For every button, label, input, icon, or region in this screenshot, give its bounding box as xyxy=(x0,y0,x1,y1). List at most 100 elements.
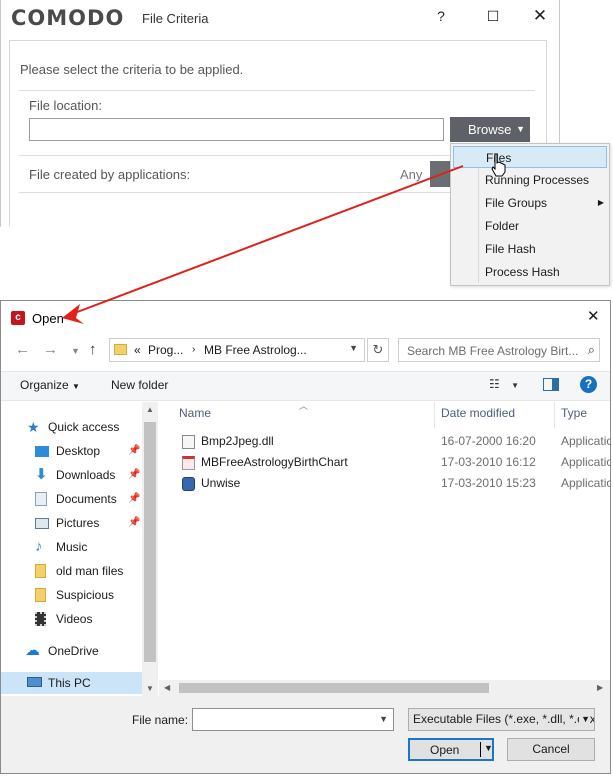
view-options-button[interactable]: ☷ ▼ xyxy=(489,377,519,391)
recent-chevron-icon[interactable]: ▼ xyxy=(71,346,80,356)
column-header-type[interactable]: Type xyxy=(561,406,587,420)
installer-icon xyxy=(182,477,195,491)
window-title: File Criteria xyxy=(142,11,209,26)
menu-item-label: File Groups xyxy=(485,196,548,210)
nav-item-this-pc[interactable]: This PC xyxy=(1,672,142,694)
breadcrumb-overflow[interactable]: « xyxy=(134,343,141,357)
pin-icon[interactable]: 📌 xyxy=(128,440,140,462)
chevron-down-icon: ▼ xyxy=(516,124,525,134)
videos-icon xyxy=(35,612,46,626)
back-arrow-icon[interactable]: ← xyxy=(15,341,30,358)
file-location-label: File location: xyxy=(29,98,102,113)
folder-icon xyxy=(35,564,46,578)
nav-item-suspicious[interactable]: Suspicious xyxy=(1,584,142,606)
nav-item-downloads[interactable]: ⬇ Downloads 📌 xyxy=(1,464,142,486)
chevron-down-icon[interactable]: ▼ xyxy=(349,343,358,353)
scrollbar-thumb[interactable] xyxy=(144,422,156,662)
help-icon[interactable]: ? xyxy=(429,6,453,26)
nav-item-label: Quick access xyxy=(48,420,120,434)
menu-item-process-hash[interactable]: Process Hash xyxy=(453,261,607,283)
nav-item-videos[interactable]: Videos xyxy=(1,608,142,630)
toolbar: Organize ▼ New folder ☷ ▼ ? xyxy=(1,371,610,401)
file-name-input[interactable]: ▼ xyxy=(192,708,394,731)
nav-item-music[interactable]: ♪ Music xyxy=(1,536,142,558)
menu-item-file-groups[interactable]: File Groups ▶ xyxy=(453,192,607,214)
column-divider[interactable] xyxy=(434,402,435,428)
browse-button[interactable]: Browse ▼ xyxy=(450,117,530,142)
chevron-down-icon[interactable]: ▼ xyxy=(379,714,388,724)
scroll-up-icon[interactable]: ▲ xyxy=(146,405,154,414)
scroll-down-icon[interactable]: ▼ xyxy=(146,684,154,693)
nav-item-documents[interactable]: Documents 📌 xyxy=(1,488,142,510)
nav-item-label: Downloads xyxy=(56,468,116,482)
cancel-button[interactable]: Cancel xyxy=(507,738,595,761)
close-icon[interactable]: ✕ xyxy=(528,6,552,26)
nav-item-label: Music xyxy=(56,540,88,554)
column-divider[interactable] xyxy=(554,402,555,428)
file-type: Application xyxy=(561,455,611,469)
menu-item-label: File Hash xyxy=(485,242,536,256)
file-row[interactable]: Bmp2Jpeg.dll 16-07-2000 16:20 Applicatio… xyxy=(179,431,611,452)
split-divider xyxy=(480,742,481,757)
menu-item-label: Folder xyxy=(485,219,520,233)
file-row[interactable]: Unwise 17-03-2010 15:23 Application xyxy=(179,473,611,494)
documents-icon xyxy=(35,492,47,506)
file-location-input[interactable] xyxy=(29,118,444,141)
organize-label: Organize xyxy=(20,378,69,392)
search-placeholder: Search MB Free Astrology Birt... xyxy=(407,344,579,358)
search-input[interactable]: Search MB Free Astrology Birt... ⌕ xyxy=(398,338,600,362)
menu-item-running-processes[interactable]: Running Processes xyxy=(453,169,607,191)
help-icon[interactable]: ? xyxy=(580,376,597,393)
file-type-select[interactable]: Executable Files (*.exe, *.dll, *.ocx) ▼ xyxy=(408,708,595,731)
scroll-left-icon[interactable]: ◀ xyxy=(164,683,170,692)
screenshot-stage: COMODO File Criteria ? ☐ ✕ Please select… xyxy=(0,0,613,776)
nav-item-label: old man files xyxy=(56,564,124,578)
file-name: MBFreeAstrologyBirthChart xyxy=(201,455,348,469)
file-row[interactable]: MBFreeAstrologyBirthChart 17-03-2010 16:… xyxy=(179,452,611,473)
horizontal-scrollbar[interactable]: ◀ ▶ xyxy=(159,680,610,696)
nav-item-label: Documents xyxy=(56,492,117,506)
breadcrumb-item[interactable]: MB Free Astrolog... xyxy=(204,343,307,357)
nav-item-desktop[interactable]: Desktop 📌 xyxy=(1,440,142,462)
menu-item-files[interactable]: Files xyxy=(453,146,607,168)
chevron-down-icon[interactable]: ▼ xyxy=(484,743,493,753)
nav-item-label: OneDrive xyxy=(48,644,99,658)
nav-scrollbar[interactable]: ▲ ▼ xyxy=(142,402,158,696)
scroll-right-icon[interactable]: ▶ xyxy=(597,683,603,692)
forward-arrow-icon[interactable]: → xyxy=(43,341,58,358)
address-bar[interactable]: « Prog... › MB Free Astrolog... ▼ xyxy=(109,338,365,362)
nav-item-onedrive[interactable]: ☁ OneDrive xyxy=(1,640,142,662)
column-header-date[interactable]: Date modified xyxy=(441,406,515,420)
pin-icon[interactable]: 📌 xyxy=(128,512,140,534)
open-button[interactable]: Open ▼ xyxy=(408,738,494,761)
star-icon: ★ xyxy=(27,419,40,435)
column-header-name[interactable]: Name xyxy=(179,406,211,420)
maximize-icon[interactable]: ☐ xyxy=(481,6,505,26)
nav-item-quick-access[interactable]: ★ Quick access xyxy=(1,416,142,438)
scrollbar-thumb[interactable] xyxy=(179,683,489,693)
up-arrow-icon[interactable]: ↑ xyxy=(89,341,97,358)
new-folder-button[interactable]: New folder xyxy=(111,378,168,392)
menu-item-label: Process Hash xyxy=(485,265,560,279)
pin-icon[interactable]: 📌 xyxy=(128,464,140,486)
organize-button[interactable]: Organize ▼ xyxy=(20,378,80,392)
nav-item-label: Desktop xyxy=(56,444,101,458)
preview-pane-icon[interactable] xyxy=(543,378,559,391)
nav-item-old-man-files[interactable]: old man files xyxy=(1,560,142,582)
cloud-icon: ☁ xyxy=(25,642,40,659)
folder-icon xyxy=(114,344,127,355)
close-icon[interactable]: ✕ xyxy=(587,307,600,325)
menu-item-folder[interactable]: Folder xyxy=(453,215,607,237)
file-name: Unwise xyxy=(201,476,241,490)
browse-menu: Files Running Processes File Groups ▶ Fol… xyxy=(450,143,610,286)
file-name: Bmp2Jpeg.dll xyxy=(201,434,274,448)
refresh-button[interactable]: ↻ xyxy=(367,338,389,362)
menu-item-file-hash[interactable]: File Hash xyxy=(453,238,607,260)
breadcrumb-item[interactable]: Prog... xyxy=(148,343,183,357)
computer-icon xyxy=(27,677,42,687)
nav-item-pictures[interactable]: Pictures 📌 xyxy=(1,512,142,534)
chevron-down-icon: ▼ xyxy=(511,381,520,390)
pin-icon[interactable]: 📌 xyxy=(128,488,140,510)
browse-label: Browse xyxy=(468,122,512,137)
desktop-icon xyxy=(35,446,49,457)
